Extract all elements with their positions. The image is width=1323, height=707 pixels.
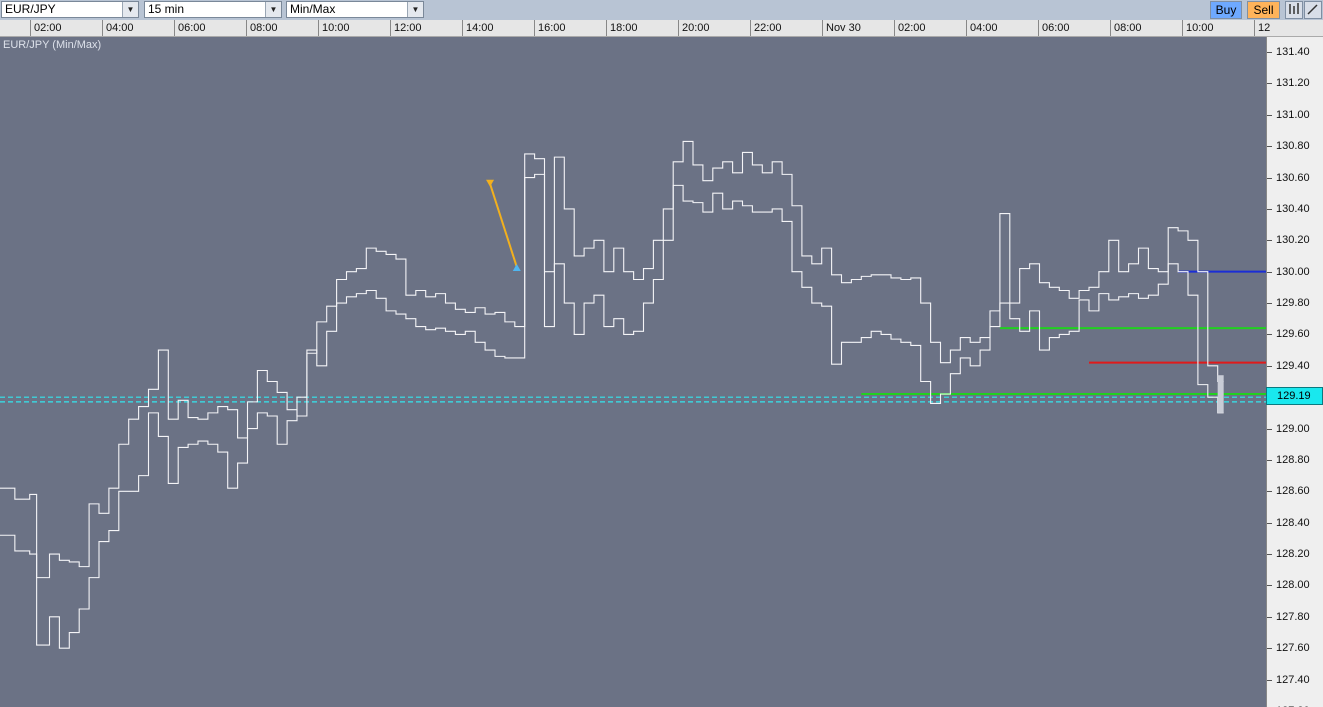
instrument-select[interactable]: EUR/JPY ▼ xyxy=(1,1,139,18)
price-tick xyxy=(1267,83,1272,85)
price-tick-label: 131.20 xyxy=(1276,77,1310,90)
time-tick-label: 18:00 xyxy=(606,20,638,36)
price-tick-label: 127.40 xyxy=(1276,673,1310,686)
time-tick-label: 02:00 xyxy=(894,20,926,36)
sell-marker-icon[interactable] xyxy=(486,179,495,187)
time-tick-label: 12 xyxy=(1254,20,1270,36)
candle-style-button[interactable] xyxy=(1285,1,1303,19)
price-tick xyxy=(1267,114,1272,116)
price-tick-label: 129.80 xyxy=(1276,297,1310,310)
instrument-value: EUR/JPY xyxy=(5,2,56,16)
price-tick xyxy=(1267,208,1272,210)
chevron-down-icon[interactable]: ▼ xyxy=(122,2,138,17)
price-tick-label: 128.00 xyxy=(1276,579,1310,592)
chart-title: EUR/JPY (Min/Max) xyxy=(3,39,102,51)
time-tick-label: 06:00 xyxy=(1038,20,1070,36)
price-tick xyxy=(1267,522,1272,524)
time-tick-label: 10:00 xyxy=(318,20,350,36)
current-price-badge: 129.19 xyxy=(1266,387,1323,405)
chevron-down-icon[interactable]: ▼ xyxy=(265,2,281,17)
buy-marker-icon[interactable] xyxy=(512,263,521,271)
price-tick-label: 128.60 xyxy=(1276,485,1310,498)
price-tick-label: 131.40 xyxy=(1276,46,1310,58)
time-tick-label: 10:00 xyxy=(1182,20,1214,36)
current-candle xyxy=(1217,375,1224,413)
price-tick xyxy=(1267,616,1272,618)
price-tick xyxy=(1267,554,1272,556)
time-axis: 02:00 04:00 06:00 08:00 10:00 12:00 14:00 16:00… xyxy=(0,20,1323,37)
price-tick xyxy=(1267,271,1272,273)
price-tick-label: 130.60 xyxy=(1276,171,1310,184)
price-tick-label: 128.20 xyxy=(1276,548,1310,561)
price-tick xyxy=(1267,585,1272,587)
time-tick-label: 04:00 xyxy=(102,20,134,36)
price-tick-label: 130.00 xyxy=(1276,265,1310,278)
price-tick xyxy=(1267,679,1272,681)
price-tick-label: 130.80 xyxy=(1276,140,1310,153)
draw-line-button[interactable] xyxy=(1304,1,1322,19)
price-tick xyxy=(1267,648,1272,650)
price-tick-label: 129.00 xyxy=(1276,422,1310,435)
max-price-series xyxy=(0,140,1224,579)
sell-button[interactable]: Sell xyxy=(1247,1,1280,19)
price-chart[interactable] xyxy=(0,37,1266,707)
time-tick-label: 14:00 xyxy=(462,20,494,36)
time-tick-label: 08:00 xyxy=(1110,20,1142,36)
price-tick xyxy=(1267,240,1272,242)
period-select[interactable]: 15 min ▼ xyxy=(144,1,282,18)
time-tick-label: 20:00 xyxy=(678,20,710,36)
price-tick xyxy=(1267,491,1272,493)
chevron-down-icon[interactable]: ▼ xyxy=(407,2,423,17)
time-tick-label: 22:00 xyxy=(750,20,782,36)
price-tick xyxy=(1267,365,1272,367)
price-tick xyxy=(1267,52,1272,53)
price-axis: 131.40 131.20 131.00 130.80 130.60 130.40 130.… xyxy=(1266,37,1323,707)
price-type-value: Min/Max xyxy=(290,2,336,16)
chart-toolbar: EUR/JPY ▼ 15 min ▼ Min/Max ▼ Buy Sell xyxy=(0,0,1323,20)
period-value: 15 min xyxy=(148,2,185,16)
pencil-icon xyxy=(1307,4,1318,15)
price-tick xyxy=(1267,428,1272,430)
price-type-select[interactable]: Min/Max ▼ xyxy=(286,1,424,18)
time-tick-label: 04:00 xyxy=(966,20,998,36)
price-tick-label: 128.40 xyxy=(1276,516,1310,529)
buy-button[interactable]: Buy xyxy=(1210,1,1242,19)
time-tick-label: 12:00 xyxy=(390,20,422,36)
min-price-series xyxy=(0,173,1224,649)
time-tick-label: 08:00 xyxy=(246,20,278,36)
time-tick-label: 16:00 xyxy=(534,20,566,36)
candlestick-icon xyxy=(1289,3,1299,14)
price-tick-label: 129.60 xyxy=(1276,328,1310,341)
price-tick-label: 129.40 xyxy=(1276,359,1310,372)
price-tick-label: 130.40 xyxy=(1276,202,1310,215)
price-tick-label: 130.20 xyxy=(1276,234,1310,247)
price-tick xyxy=(1267,177,1272,179)
time-tick-label: 02:00 xyxy=(30,20,62,36)
price-tick-label: 128.80 xyxy=(1276,453,1310,466)
price-tick xyxy=(1267,459,1272,461)
price-tick xyxy=(1267,146,1272,148)
time-tick-label: 06:00 xyxy=(174,20,206,36)
price-tick xyxy=(1267,334,1272,336)
price-tick-label: 127.80 xyxy=(1276,610,1310,623)
time-tick-label: Nov 30 xyxy=(822,20,861,36)
price-tick-label: 127.60 xyxy=(1276,642,1310,655)
price-tick xyxy=(1267,303,1272,305)
price-tick-label: 131.00 xyxy=(1276,108,1310,121)
trend-line[interactable] xyxy=(489,183,518,268)
